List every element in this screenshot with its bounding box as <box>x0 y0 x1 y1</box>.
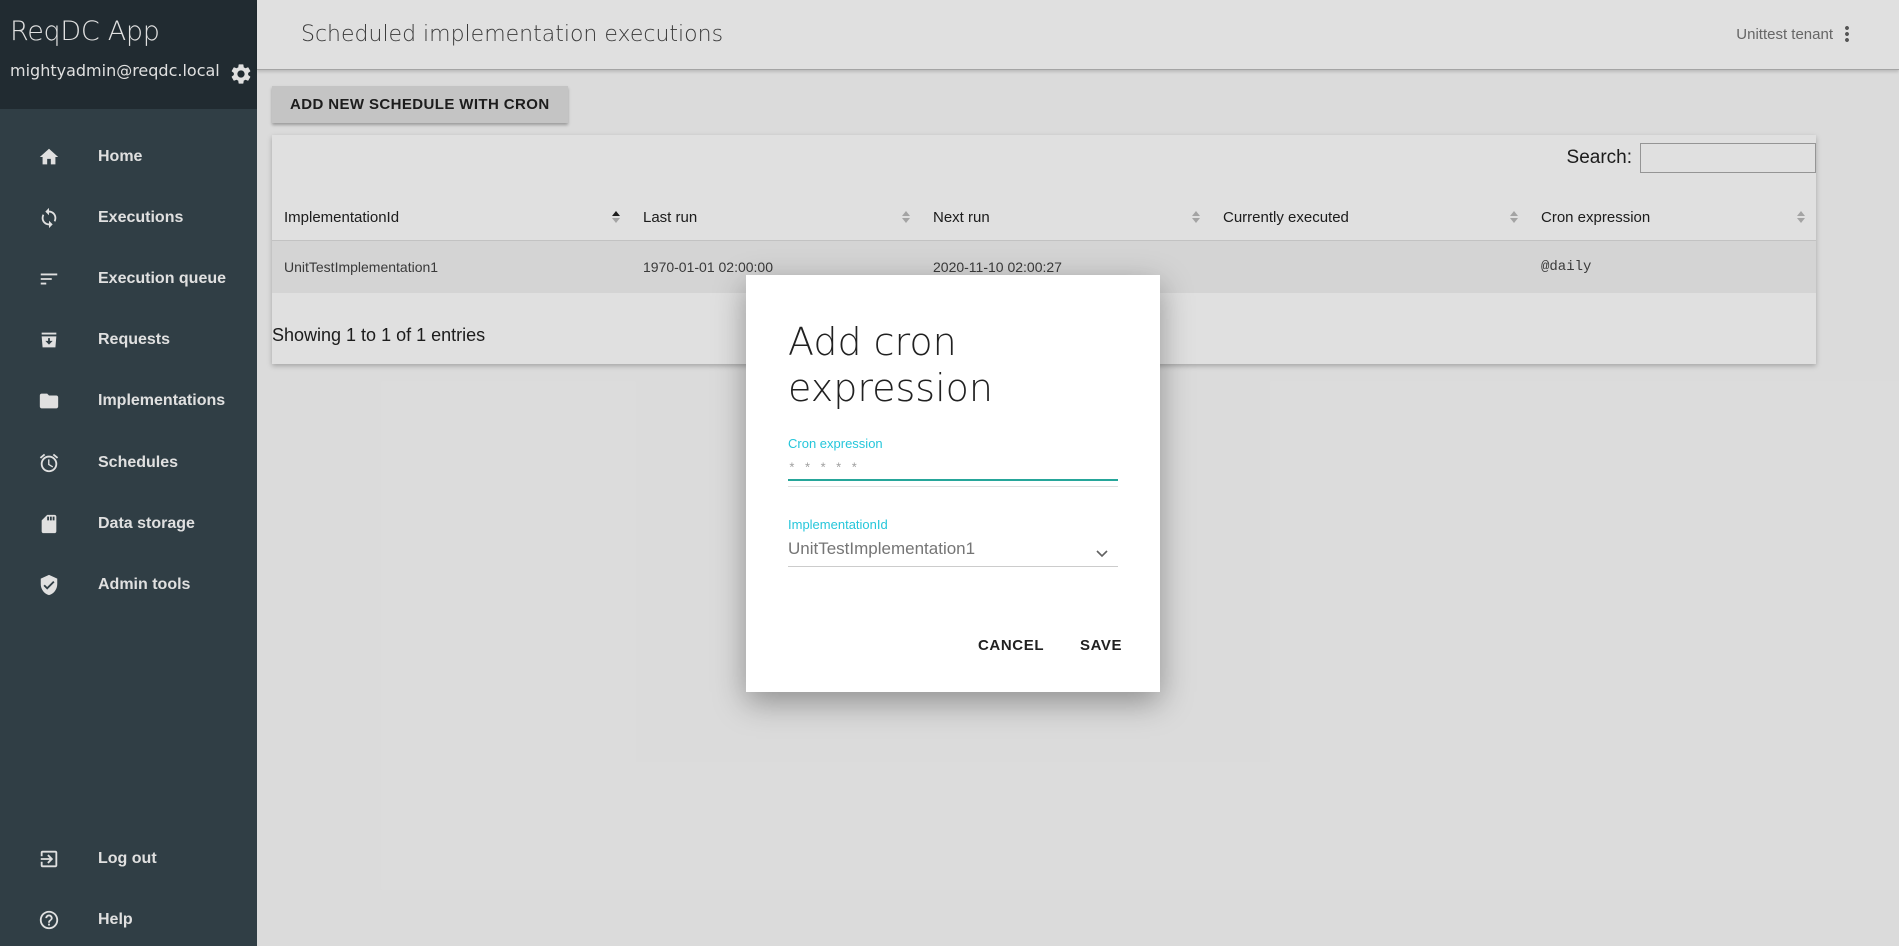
cron-expression-field[interactable] <box>788 457 1118 481</box>
implementation-id-label: ImplementationId <box>788 517 888 532</box>
cancel-button[interactable]: CANCEL <box>978 637 1044 654</box>
chevron-down-icon <box>1096 550 1108 558</box>
implementation-id-value: UnitTestImplementation1 <box>788 539 976 558</box>
cron-expression-label: Cron expression <box>788 436 883 451</box>
dialog-title: Add cron expression <box>788 320 993 410</box>
save-button[interactable]: SAVE <box>1080 637 1122 654</box>
field-divider <box>788 486 1118 487</box>
implementation-id-select[interactable]: UnitTestImplementation1 <box>788 537 1118 567</box>
add-cron-dialog: Add cron expression Cron expression Impl… <box>746 275 1160 692</box>
